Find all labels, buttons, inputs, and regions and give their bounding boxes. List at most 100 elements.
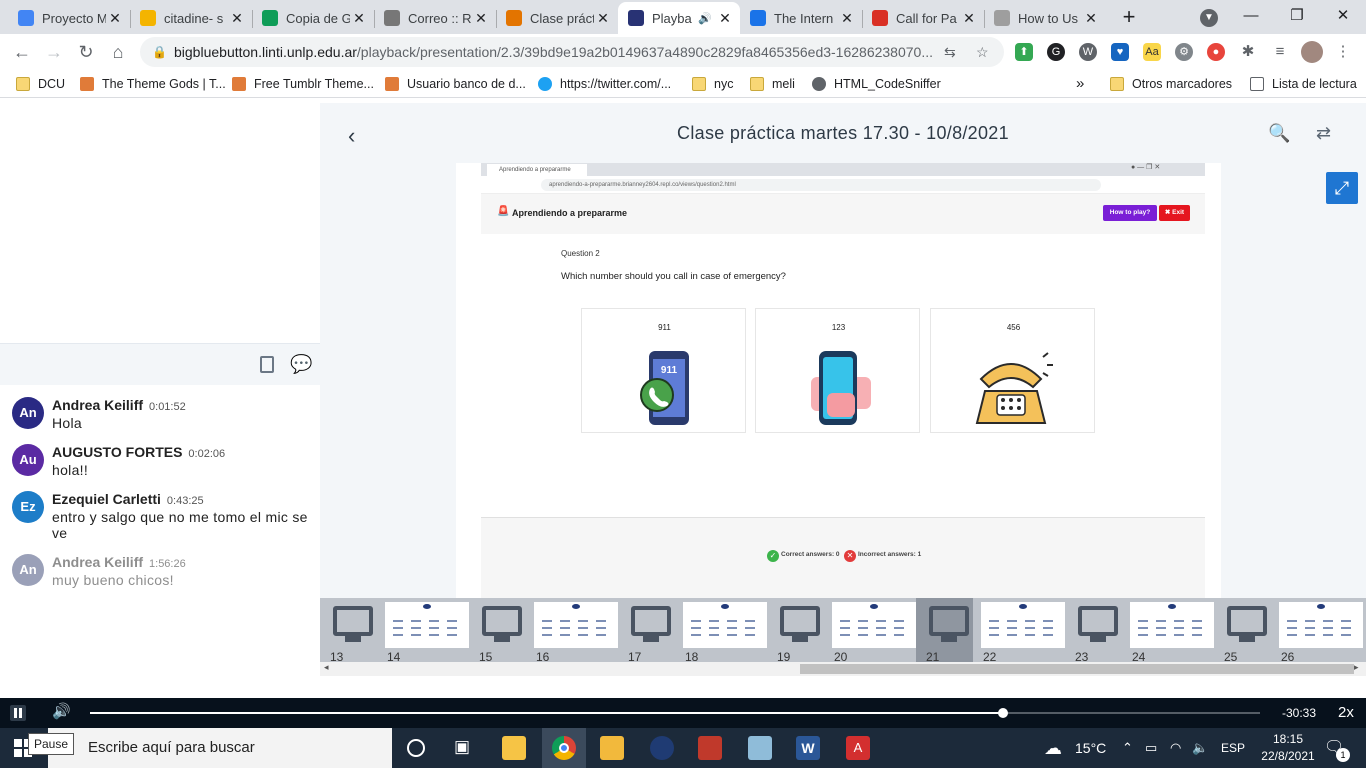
chat-timestamp[interactable]: 0:43:25 [167,495,204,507]
chat-timestamp[interactable]: 0:02:06 [188,448,225,460]
chat-bubbles-icon[interactable]: 💬 [290,354,312,375]
menu-kebab-icon[interactable]: ⋮ [1334,43,1352,61]
browser-tab[interactable]: Correo :: R ✕ [374,2,496,34]
thumbnail-slide[interactable]: 22 [973,598,1065,664]
home-button[interactable]: ⌂ [106,40,130,64]
chat-timestamp[interactable]: 1:56:26 [149,558,186,570]
tab-close-icon[interactable]: ✕ [350,10,368,27]
temperature[interactable]: 15°C [1075,728,1106,768]
progress-knob[interactable] [997,708,1008,718]
browser-tab[interactable]: Playba 🔊 ✕ [618,2,740,34]
reload-button[interactable]: ↻ [74,40,98,64]
profile-dropdown-icon[interactable]: ▼ [1186,0,1232,32]
thumbnail-slide[interactable]: 24 [1122,598,1214,664]
address-bar[interactable]: 🔒 bigbluebutton.linti.unlp.edu.ar/playba… [140,37,1004,67]
tab-close-icon[interactable]: ✕ [838,10,856,27]
cortana-icon[interactable] [407,739,425,757]
browser-tab[interactable]: Clase práct ✕ [496,2,618,34]
bookmark-item[interactable]: Usuario banco de d... [385,70,526,98]
tab-audio-icon[interactable]: 🔊 [698,12,712,25]
taskbar-search-input[interactable]: Escribe aquí para buscar [48,728,392,768]
back-button[interactable]: ← [10,40,34,64]
thumbnail-screen[interactable]: 17 [618,598,675,664]
profile-avatar[interactable] [1301,41,1323,63]
thumbnail-scrollbar[interactable]: ◂ ▸ [320,662,1366,676]
other-bookmarks-folder[interactable]: Otros marcadores [1110,70,1232,98]
thumbnail-screen[interactable]: 25 [1214,598,1271,664]
color-extension-icon[interactable]: ● [1207,43,1225,61]
browser-tab[interactable]: citadine- s ✕ [130,2,252,34]
tab-close-icon[interactable]: ✕ [472,10,490,27]
thumbnail-slide[interactable]: 14 [377,598,469,664]
thumbnail-slide[interactable]: 26 [1271,598,1363,664]
tab-close-icon[interactable]: ✕ [960,10,978,27]
extensions-puzzle-icon[interactable]: ✱ [1239,43,1257,61]
bookmark-item[interactable]: nyc [692,70,733,98]
task-view-icon[interactable]: ▣ [454,737,470,757]
thumbnail-screen[interactable]: 19 [767,598,824,664]
extension-icon[interactable]: ⬆ [1015,43,1033,61]
thumbnail-screen[interactable]: 15 [469,598,526,664]
battery-icon[interactable]: ▭ [1145,728,1157,768]
volume-tray-icon[interactable]: 🔈 [1192,728,1208,768]
fullscreen-button[interactable]: ⤢ [1326,172,1358,204]
scrollbar-thumb[interactable] [800,664,1354,674]
media-control-icon[interactable]: ≡ [1271,43,1289,61]
notepad-icon[interactable] [748,736,772,760]
copy-icon[interactable] [260,356,274,373]
chat-timestamp[interactable]: 0:01:52 [149,401,186,413]
browser-tab[interactable]: The Intern ✕ [740,2,862,34]
font-extension-icon[interactable]: Aa [1143,43,1161,61]
search-icon[interactable]: 🔍 [1268,123,1290,144]
thumbnail-screen[interactable]: 21 [916,598,973,664]
speed-button[interactable]: 2x [1338,704,1354,721]
progress-bar[interactable] [90,708,1260,718]
tab-close-icon[interactable]: ✕ [716,10,734,27]
bookmark-item[interactable]: Free Tumblr Theme... [232,70,374,98]
bookmark-item[interactable]: HTML_CodeSniffer [812,70,941,98]
file-explorer-icon[interactable] [502,736,526,760]
restore-button[interactable]: ❐ [1274,0,1320,32]
bookmark-item[interactable]: DCU [16,70,65,98]
browser-tab[interactable]: Copia de G ✕ [252,2,374,34]
translate-icon[interactable]: ⇆ [944,37,956,67]
grammar-extension-icon[interactable]: G [1047,43,1065,61]
wordpress-extension-icon[interactable]: W [1079,43,1097,61]
scroll-left-icon[interactable]: ◂ [324,662,329,673]
acrobat-icon[interactable]: A [846,736,870,760]
new-tab-button[interactable]: + [1115,4,1143,32]
close-window-button[interactable]: ✕ [1320,0,1366,32]
browser-tab[interactable]: How to Us ✕ [984,2,1106,34]
forward-button[interactable]: → [42,40,66,64]
browser-tab[interactable]: Proyecto M ✕ [8,2,130,34]
tab-close-icon[interactable]: ✕ [1082,10,1100,27]
bookmark-item[interactable]: meli [750,70,795,98]
scroll-right-icon[interactable]: ▸ [1354,662,1359,673]
weather-cloud-icon[interactable]: ☁ [1044,728,1062,768]
chrome-taskbar-button[interactable] [542,728,586,768]
thumbnail-slide[interactable]: 20 [824,598,916,664]
thumbnail-screen[interactable]: 23 [1065,598,1122,664]
tab-close-icon[interactable]: ✕ [228,10,246,27]
bookmark-star-icon[interactable]: ☆ [976,37,989,67]
clock-date[interactable]: 22/8/2021 [1256,748,1320,765]
reading-list-button[interactable]: Lista de lectura [1250,70,1357,98]
heart-extension-icon[interactable]: ♥ [1111,43,1129,61]
swap-layout-icon[interactable]: ⇄ [1316,123,1331,144]
webex-icon[interactable] [650,736,674,760]
thumbnail-slide[interactable]: 16 [526,598,618,664]
word-icon[interactable]: W [796,736,820,760]
bookmarks-overflow-button[interactable]: » [1076,70,1084,98]
tab-close-icon[interactable]: ✕ [106,10,124,27]
language-indicator[interactable]: ESP [1221,728,1245,768]
wifi-icon[interactable]: ◠ [1170,728,1181,768]
settings-extension-icon[interactable]: ⚙ [1175,43,1193,61]
pause-button[interactable] [10,705,26,721]
thumbnail-screen[interactable]: 13 [320,598,377,664]
browser-tab[interactable]: Call for Pa ✕ [862,2,984,34]
tab-close-icon[interactable]: ✕ [594,10,612,27]
volume-icon[interactable]: 🔊 [52,702,71,720]
bookmark-item[interactable]: The Theme Gods | T... [80,70,226,98]
minimize-button[interactable]: — [1228,0,1274,32]
bookmark-item[interactable]: https://twitter.com/... [538,70,671,98]
